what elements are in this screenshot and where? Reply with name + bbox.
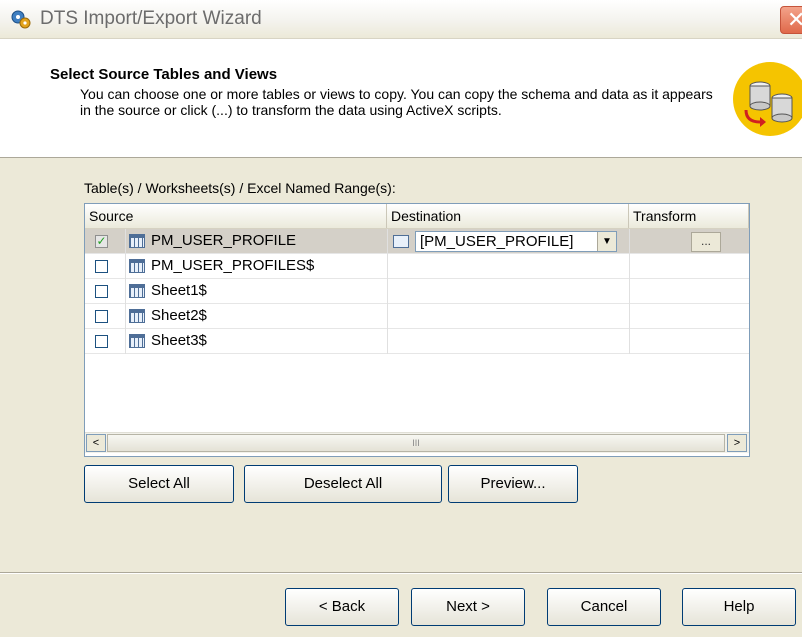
deselect-all-button[interactable]: Deselect All <box>244 465 442 503</box>
table-icon <box>129 234 145 248</box>
next-button[interactable]: Next > <box>411 588 525 626</box>
scroll-left-button[interactable]: < <box>86 434 106 452</box>
table-icon <box>129 334 145 348</box>
table-icon <box>129 284 145 298</box>
help-button[interactable]: Help <box>682 588 796 626</box>
close-icon: ✕ <box>787 7 802 32</box>
column-header-destination[interactable]: Destination <box>387 204 629 228</box>
source-tables-grid[interactable]: Source Destination Transform ✓ PM_USER_P… <box>84 203 750 457</box>
title-bar: DTS Import/Export Wizard ✕ <box>0 0 802 39</box>
row-checkbox[interactable] <box>95 310 108 323</box>
scroll-right-button[interactable]: > <box>727 434 747 452</box>
footer-divider <box>0 572 802 574</box>
destination-dropdown[interactable]: [PM_USER_PROFILE] ▼ <box>415 231 617 252</box>
database-transfer-icon <box>733 62 802 136</box>
table-icon <box>129 309 145 323</box>
table-row[interactable]: Sheet3$ <box>85 329 749 354</box>
table-row[interactable]: ✓ PM_USER_PROFILE [PM_USER_PROFILE] ▼ ..… <box>85 229 749 254</box>
page-description: You can choose one or more tables or vie… <box>80 86 713 118</box>
select-all-button[interactable]: Select All <box>84 465 234 503</box>
scrollbar-thumb[interactable]: III <box>107 434 725 452</box>
source-name: PM_USER_PROFILES$ <box>151 257 315 274</box>
row-checkbox[interactable] <box>95 335 108 348</box>
transform-button[interactable]: ... <box>691 232 721 252</box>
table-row[interactable]: PM_USER_PROFILES$ <box>85 254 749 279</box>
wizard-gear-icon <box>11 10 31 29</box>
table-row[interactable]: Sheet2$ <box>85 304 749 329</box>
page-title: Select Source Tables and Views <box>50 66 278 83</box>
table-row[interactable]: Sheet1$ <box>85 279 749 304</box>
column-header-transform[interactable]: Transform <box>629 204 749 228</box>
source-name: Sheet1$ <box>151 282 207 299</box>
preview-button[interactable]: Preview... <box>448 465 578 503</box>
row-checkbox[interactable] <box>95 285 108 298</box>
destination-cell: [PM_USER_PROFILE] ▼ <box>387 231 617 252</box>
source-name: PM_USER_PROFILE <box>151 232 297 249</box>
table-icon <box>129 259 145 273</box>
horizontal-scrollbar[interactable]: < III > <box>85 432 749 453</box>
close-button[interactable]: ✕ <box>780 6 802 34</box>
row-checkbox[interactable] <box>95 260 108 273</box>
window-title: DTS Import/Export Wizard <box>40 8 262 29</box>
grid-header: Source Destination Transform <box>85 204 749 229</box>
chevron-down-icon[interactable]: ▼ <box>597 232 616 251</box>
row-checkbox[interactable]: ✓ <box>95 235 108 248</box>
source-name: Sheet3$ <box>151 332 207 349</box>
cancel-button[interactable]: Cancel <box>547 588 661 626</box>
destination-value: [PM_USER_PROFILE] <box>420 233 574 250</box>
back-button[interactable]: < Back <box>285 588 399 626</box>
source-name: Sheet2$ <box>151 307 207 324</box>
tables-label: Table(s) / Worksheets(s) / Excel Named R… <box>84 180 396 196</box>
table-icon <box>393 235 409 248</box>
column-header-source[interactable]: Source <box>85 204 387 228</box>
